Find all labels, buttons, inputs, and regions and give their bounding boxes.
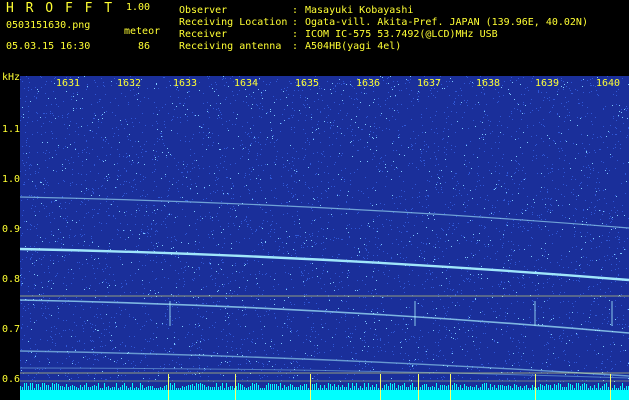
location-value: Ogata-vill. Akita-Pref. JAPAN (139.96E, … <box>305 17 588 28</box>
x-tick-label: 1633 <box>173 78 198 89</box>
x-tick-label: 1631 <box>56 78 81 89</box>
x-tick-label: 1639 <box>535 78 560 89</box>
y-tick-label: 0.8 <box>2 274 21 285</box>
observer-label: Observer <box>179 5 228 16</box>
receiver-value: ICOM IC-575 53.7492(@LCD)MHz USB <box>305 29 498 40</box>
header-panel: H R O F F T 1.00 0503151630.png meteor 0… <box>0 0 629 72</box>
observer-value: Masayuki Kobayashi <box>305 5 414 16</box>
level-bar <box>20 390 629 400</box>
x-tick-label: 1637 <box>417 78 442 89</box>
spectrogram-canvas <box>20 76 629 400</box>
separator-colon: : <box>292 29 299 40</box>
x-tick-label: 1635 <box>295 78 320 89</box>
y-tick-label: 0.9 <box>2 224 21 235</box>
separator-colon: : <box>292 5 299 16</box>
receiver-label: Receiver <box>179 29 228 40</box>
y-axis-unit: kHz <box>2 72 21 83</box>
x-tick-label: 1634 <box>234 78 259 89</box>
separator-colon: : <box>292 41 299 52</box>
x-tick-label: 1638 <box>476 78 501 89</box>
app-version: 1.00 <box>126 2 151 13</box>
location-label: Receiving Location <box>179 17 288 28</box>
x-tick-label: 1640 <box>596 78 621 89</box>
spectrogram-background <box>20 76 629 400</box>
x-tick-label: 1632 <box>117 78 142 89</box>
antenna-value: A504HB(yagi 4el) <box>305 41 402 52</box>
x-tick-label: 1636 <box>356 78 381 89</box>
meteor-count: 86 <box>138 41 151 52</box>
spectrogram <box>20 76 629 400</box>
antenna-label: Receiving antenna <box>179 41 282 52</box>
y-tick-label: 0.7 <box>2 324 21 335</box>
file-name: 0503151630.png <box>6 20 91 31</box>
separator-colon: : <box>292 17 299 28</box>
capture-date: 05.03.15 16:30 <box>6 41 91 52</box>
meteor-label: meteor <box>124 26 161 37</box>
y-tick-label: 1.0 <box>2 174 21 185</box>
y-tick-label: 1.1 <box>2 124 21 135</box>
y-tick-label: 0.6 <box>2 374 21 385</box>
app-title: H R O F F T <box>6 1 115 16</box>
